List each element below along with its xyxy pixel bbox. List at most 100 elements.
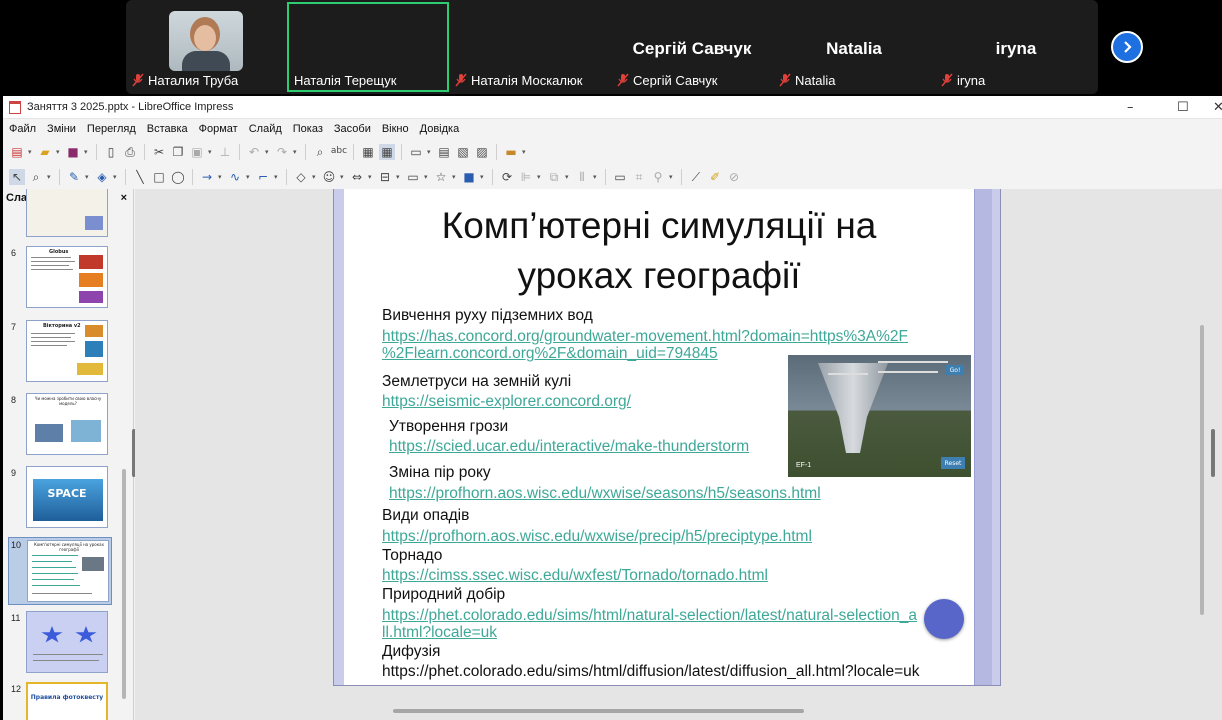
- chevron-down-icon[interactable]: ▾: [480, 173, 486, 181]
- grid-icon[interactable]: ▦: [360, 144, 376, 160]
- link-groundwater-2[interactable]: %2Flearn.concord.org%2F&domain_uid=79484…: [382, 345, 718, 362]
- menu-tools[interactable]: Засоби: [334, 123, 371, 135]
- menu-insert[interactable]: Вставка: [147, 123, 188, 135]
- menu-help[interactable]: Довідка: [420, 123, 460, 135]
- toggle-extrusion-icon[interactable]: ⊘: [726, 169, 742, 185]
- chevron-down-icon[interactable]: ▾: [246, 173, 252, 181]
- participant-tile-3[interactable]: Наталія Москалюк: [449, 2, 611, 92]
- menu-window[interactable]: Вікно: [382, 123, 409, 135]
- chevron-down-icon[interactable]: ▾: [669, 173, 675, 181]
- helplines-icon[interactable]: ▦: [379, 143, 395, 160]
- slide-layout-icon[interactable]: ▬: [503, 144, 519, 160]
- chevron-down-icon[interactable]: ▾: [218, 173, 224, 181]
- link-tornado[interactable]: https://cimss.ssec.wisc.edu/wxfest/Torna…: [382, 567, 768, 584]
- chevron-down-icon[interactable]: ▾: [565, 173, 571, 181]
- slide-thumbnail-9[interactable]: 9 SPACE: [3, 466, 121, 532]
- ellipse-icon[interactable]: ◯: [170, 169, 186, 185]
- slide-thumbnail-partial[interactable]: [3, 189, 121, 237]
- slide-thumbnail-11[interactable]: 11: [3, 611, 121, 677]
- sidebar-collapse-handle[interactable]: [1211, 429, 1215, 477]
- symbol-shapes-icon[interactable]: ☺: [321, 169, 337, 185]
- link-seasons[interactable]: https://profhorn.aos.wisc.edu/wxwise/sea…: [389, 485, 821, 502]
- chevron-down-icon[interactable]: ▾: [593, 173, 599, 181]
- distribute-icon[interactable]: ⫴: [574, 169, 590, 185]
- cut-icon[interactable]: ✂: [151, 144, 167, 160]
- maximize-button[interactable]: ☐: [1177, 96, 1189, 119]
- arrange-icon[interactable]: ⧉: [546, 169, 562, 185]
- undo-icon[interactable]: ↶: [246, 144, 262, 160]
- participant-tile-2[interactable]: Наталія Терещук: [287, 2, 449, 92]
- tornado-simulation-image[interactable]: Go! EF-1 Reset: [788, 355, 971, 477]
- export-pdf-icon[interactable]: ▯: [103, 144, 119, 160]
- horizontal-scrollbar[interactable]: [393, 709, 804, 713]
- chevron-down-icon[interactable]: ▾: [522, 148, 528, 156]
- basic-shapes-icon[interactable]: ◇: [293, 169, 309, 185]
- next-participants-button[interactable]: [1111, 31, 1143, 63]
- master-slide-icon[interactable]: ▤: [436, 144, 452, 160]
- chevron-down-icon[interactable]: ▾: [340, 173, 346, 181]
- participant-tile-4[interactable]: Сергій Савчук Сергій Савчук: [611, 2, 773, 92]
- slide-thumbnail-6[interactable]: 6 Globus: [3, 246, 121, 312]
- redo-icon[interactable]: ↷: [274, 144, 290, 160]
- chevron-down-icon[interactable]: ▾: [293, 148, 299, 156]
- shadow-icon[interactable]: ▭: [612, 169, 628, 185]
- slides-panel-scrollbar[interactable]: [122, 469, 126, 699]
- chevron-down-icon[interactable]: ▾: [274, 173, 280, 181]
- flowchart-icon[interactable]: ⊟: [377, 169, 393, 185]
- link-natural-selection-1[interactable]: https://phet.colorado.edu/sims/html/natu…: [382, 607, 917, 624]
- find-replace-icon[interactable]: ⌕: [312, 144, 328, 160]
- slide-thumbnail-8[interactable]: 8 Чи можна зробити свою власну модель?: [3, 393, 121, 459]
- link-groundwater-1[interactable]: https://has.concord.org/groundwater-move…: [382, 328, 908, 345]
- line-color-icon[interactable]: ✎: [66, 169, 82, 185]
- copy-icon[interactable]: ❐: [170, 144, 186, 160]
- link-earthquakes[interactable]: https://seismic-explorer.concord.org/: [382, 393, 631, 410]
- callout-icon[interactable]: ▭: [405, 169, 421, 185]
- menu-show[interactable]: Показ: [293, 123, 323, 135]
- glue-points-icon[interactable]: ✐: [707, 169, 723, 185]
- connector-icon[interactable]: ⌐: [255, 169, 271, 185]
- 3d-objects-icon[interactable]: ■: [461, 169, 477, 185]
- link-natural-selection-2[interactable]: ll.html?locale=uk: [382, 624, 497, 641]
- slide-thumbnail-12[interactable]: 12 Правила фотоквесту: [3, 682, 121, 720]
- chevron-down-icon[interactable]: ▾: [368, 173, 374, 181]
- chevron-down-icon[interactable]: ▾: [537, 173, 543, 181]
- participant-tile-1[interactable]: Наталия Труба: [126, 2, 288, 92]
- slide-thumbnail-10[interactable]: 10 Комп'ютерні симуляції на уроках геогр…: [8, 537, 112, 605]
- spelling-icon[interactable]: abc: [331, 144, 347, 160]
- slide-canvas[interactable]: Комп’ютерні симуляції на уроках географі…: [344, 189, 974, 685]
- chevron-down-icon[interactable]: ▾: [85, 173, 91, 181]
- rectangle-icon[interactable]: □: [151, 169, 167, 185]
- chevron-down-icon[interactable]: ▾: [28, 148, 34, 156]
- new-icon[interactable]: ▤: [9, 144, 25, 160]
- close-panel-icon[interactable]: ×: [121, 192, 127, 204]
- chevron-down-icon[interactable]: ▾: [396, 173, 402, 181]
- chevron-down-icon[interactable]: ▾: [452, 173, 458, 181]
- close-button[interactable]: ✕: [1213, 96, 1222, 119]
- filter-icon[interactable]: ⚲: [650, 169, 666, 185]
- link-precipitation[interactable]: https://profhorn.aos.wisc.edu/wxwise/pre…: [382, 528, 812, 545]
- slide-title[interactable]: Комп’ютерні симуляції на уроках географі…: [344, 201, 974, 301]
- chevron-down-icon[interactable]: ▾: [84, 148, 90, 156]
- points-icon[interactable]: ⟋: [688, 169, 704, 185]
- menu-view[interactable]: Перегляд: [87, 123, 136, 135]
- line-arrow-icon[interactable]: →: [199, 169, 215, 185]
- floating-action-button[interactable]: [924, 599, 964, 639]
- link-thunderstorm[interactable]: https://scied.ucar.edu/interactive/make-…: [389, 438, 749, 455]
- menu-file[interactable]: Файл: [9, 123, 36, 135]
- participant-tile-6[interactable]: iryna iryna: [935, 2, 1097, 92]
- rotate-icon[interactable]: ⟳: [499, 169, 515, 185]
- clone-formatting-icon[interactable]: ⊥: [217, 144, 233, 160]
- zoom-icon[interactable]: ⌕: [28, 169, 44, 185]
- chevron-down-icon[interactable]: ▾: [208, 148, 214, 156]
- fill-color-icon[interactable]: ◈: [94, 169, 110, 185]
- menu-slide[interactable]: Слайд: [249, 123, 282, 135]
- menu-edit[interactable]: Зміни: [47, 123, 76, 135]
- curve-icon[interactable]: ∿: [227, 169, 243, 185]
- chevron-down-icon[interactable]: ▾: [56, 148, 62, 156]
- save-icon[interactable]: ■: [65, 144, 81, 160]
- chevron-down-icon[interactable]: ▾: [47, 173, 53, 181]
- line-icon[interactable]: ╲: [132, 169, 148, 185]
- minimize-button[interactable]: –: [1127, 96, 1134, 119]
- display-views-icon[interactable]: ▭: [408, 144, 424, 160]
- menu-format[interactable]: Формат: [199, 123, 238, 135]
